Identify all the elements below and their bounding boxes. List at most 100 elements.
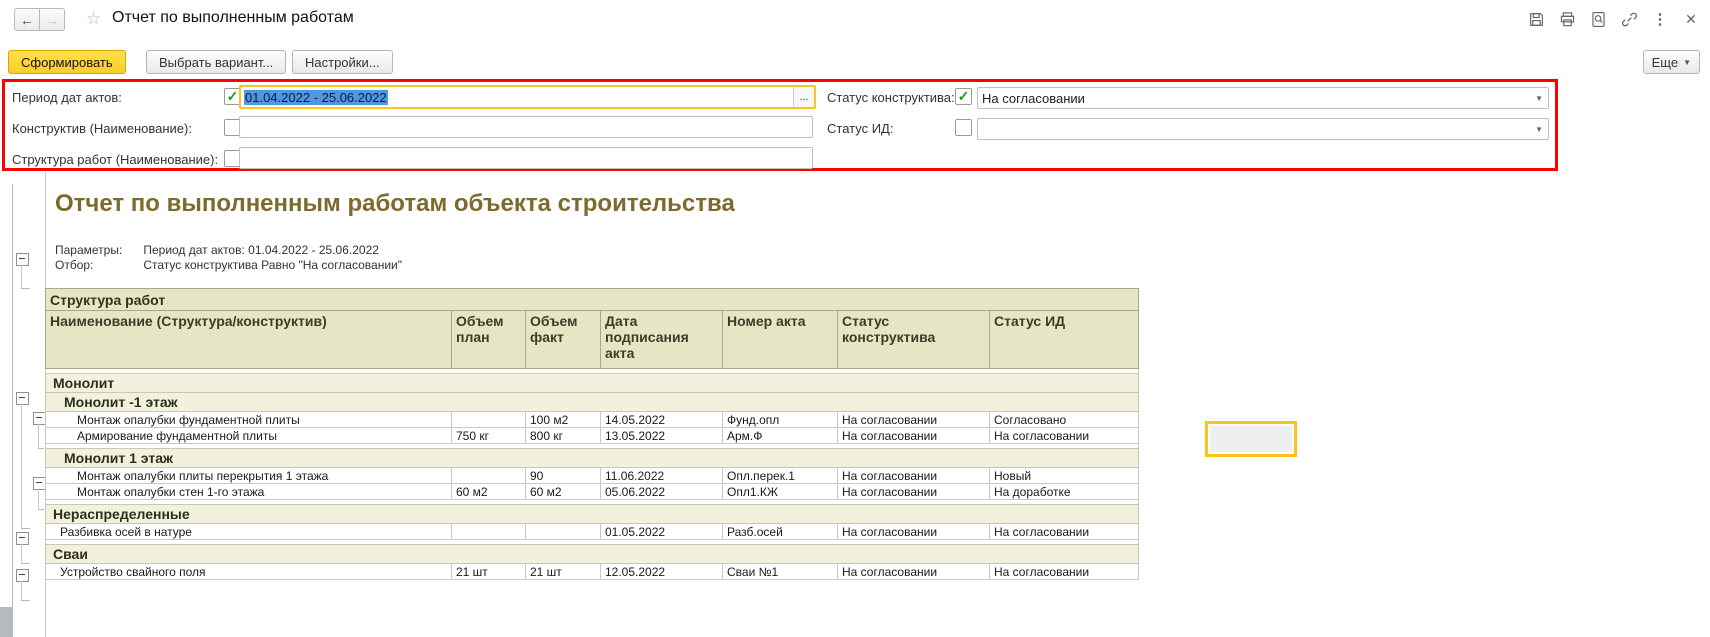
group-name-cell[interactable]: Монолит [46,374,1139,393]
collapse-group-neraspredelennye-button[interactable] [16,532,29,545]
cell-date[interactable]: 05.06.2022 [601,484,723,500]
table-row: Монтаж опалубки плиты перекрытия 1 этажа… [46,468,1139,484]
cell-id_status[interactable]: На согласовании [990,428,1139,444]
report-toolbar: Сформировать Выбрать вариант... Настройк… [0,48,1710,76]
expander-elbow [21,600,30,601]
report-title: Отчет по выполненным работам объекта стр… [55,190,735,218]
more-button[interactable]: Еще ▼ [1643,50,1700,74]
settings-button[interactable]: Настройки... [292,50,393,74]
period-more-icon[interactable]: ... [793,87,814,107]
cell-act[interactable]: Фунд.опл [723,412,838,428]
parameters-value: Период дат актов: 01.04.2022 - 25.06.202… [143,243,379,257]
cell-act[interactable]: Разб.осей [723,524,838,540]
constructive-name-label: Конструктив (Наименование): [12,121,192,136]
column-header-3[interactable]: Дата подписания акта [601,311,723,369]
column-header-2[interactable]: Объем факт [526,311,601,369]
cell-date[interactable]: 01.05.2022 [601,524,723,540]
cell-date[interactable]: 12.05.2022 [601,564,723,580]
more-menu-icon[interactable]: ⋮ [1651,10,1669,28]
column-header-0[interactable]: Наименование (Структура/конструктив) [46,311,452,369]
cell-plan[interactable]: 60 м2 [452,484,526,500]
cell-act[interactable]: Опл1.КЖ [723,484,838,500]
cell-fact[interactable]: 21 шт [526,564,601,580]
cell-name[interactable]: Монтаж опалубки стен 1-го этажа [46,484,452,500]
collapse-group-svai-button[interactable] [16,569,29,582]
cell-date[interactable]: 13.05.2022 [601,428,723,444]
table-section-title[interactable]: Структура работ [46,289,1139,311]
column-header-5[interactable]: Статус конструктива [838,311,990,369]
group-row: Сваи [46,545,1139,564]
group-name-cell[interactable]: Монолит 1 этаж [46,449,1139,468]
group-row: Монолит 1 этаж [46,449,1139,468]
cell-plan[interactable] [452,468,526,484]
select-variant-button[interactable]: Выбрать вариант... [146,50,286,74]
cell-act[interactable]: Сваи №1 [723,564,838,580]
constructive-status-label: Статус конструктива: [827,90,955,105]
column-header-4[interactable]: Номер акта [723,311,838,369]
cell-status[interactable]: На согласовании [838,412,990,428]
print-icon[interactable] [1558,10,1576,28]
cell-name[interactable]: Устройство свайного поля [46,564,452,580]
cell-date[interactable]: 14.05.2022 [601,412,723,428]
column-header-1[interactable]: Объем план [452,311,526,369]
cell-name[interactable]: Монтаж опалубки фундаментной плиты [46,412,452,428]
constructive-status-checkbox[interactable] [955,88,972,105]
cell-plan[interactable] [452,524,526,540]
cell-status[interactable]: На согласовании [838,524,990,540]
expander-elbow [21,528,30,529]
cell-fact[interactable]: 800 кг [526,428,601,444]
forward-button[interactable]: → [40,8,65,31]
work-structure-input[interactable] [239,147,813,169]
group-row: Монолит -1 этаж [46,393,1139,412]
report-table: Структура работНаименование (Структура/к… [45,288,1139,580]
cell-plan[interactable]: 21 шт [452,564,526,580]
cell-status[interactable]: На согласовании [838,564,990,580]
cell-status[interactable]: На согласовании [838,468,990,484]
favorite-star-icon[interactable]: ☆ [86,9,101,29]
app-window: ← → ☆ Отчет по выполненным работам [0,0,1710,637]
cell-status[interactable]: На согласовании [838,428,990,444]
close-icon[interactable]: ✕ [1682,10,1700,28]
cell-name[interactable]: Разбивка осей в натуре [46,524,452,540]
minus-icon [19,397,25,398]
cell-fact[interactable]: 90 [526,468,601,484]
cell-id_status[interactable]: На согласовании [990,524,1139,540]
group-name-cell[interactable]: Нераспределенные [46,505,1139,524]
collapse-group-monolit-button[interactable] [16,392,29,405]
selected-cell[interactable] [1205,421,1297,457]
cell-name[interactable]: Монтаж опалубки плиты перекрытия 1 этажа [46,468,452,484]
cell-id_status[interactable]: На согласовании [990,564,1139,580]
id-status-checkbox[interactable] [955,119,972,136]
group-name-cell[interactable]: Сваи [46,545,1139,564]
cell-act[interactable]: Арм.Ф [723,428,838,444]
get-link-icon[interactable] [1620,10,1638,28]
collapse-params-button[interactable] [16,253,29,266]
period-filter-label: Период дат актов: [12,90,122,105]
cell-id_status[interactable]: Новый [990,468,1139,484]
grouping-guide-line [12,184,13,607]
cell-plan[interactable] [452,412,526,428]
window-icons: ⋮ ✕ [1527,10,1700,28]
cell-name[interactable]: Армирование фундаментной плиты [46,428,452,444]
cell-act[interactable]: Опл.перек.1 [723,468,838,484]
constructive-name-input[interactable] [239,116,813,138]
cell-fact[interactable]: 100 м2 [526,412,601,428]
group-name-cell[interactable]: Монолит -1 этаж [46,393,1139,412]
print-preview-icon[interactable] [1589,10,1607,28]
cell-id_status[interactable]: На доработке [990,484,1139,500]
save-icon[interactable] [1527,10,1545,28]
generate-button[interactable]: Сформировать [8,50,126,74]
period-input[interactable]: 01.04.2022 - 25.06.2022 ... [239,85,816,109]
cell-fact[interactable] [526,524,601,540]
cell-plan[interactable]: 750 кг [452,428,526,444]
cell-date[interactable]: 11.06.2022 [601,468,723,484]
chevron-down-icon[interactable]: ▼ [1535,125,1548,134]
cell-id_status[interactable]: Согласовано [990,412,1139,428]
back-button[interactable]: ← [14,8,40,31]
id-status-select[interactable]: ▼ [977,118,1549,140]
cell-fact[interactable]: 60 м2 [526,484,601,500]
column-header-6[interactable]: Статус ИД [990,311,1139,369]
constructive-status-select[interactable]: На согласовании ▼ [977,87,1549,109]
cell-status[interactable]: На согласовании [838,484,990,500]
chevron-down-icon[interactable]: ▼ [1535,94,1548,103]
